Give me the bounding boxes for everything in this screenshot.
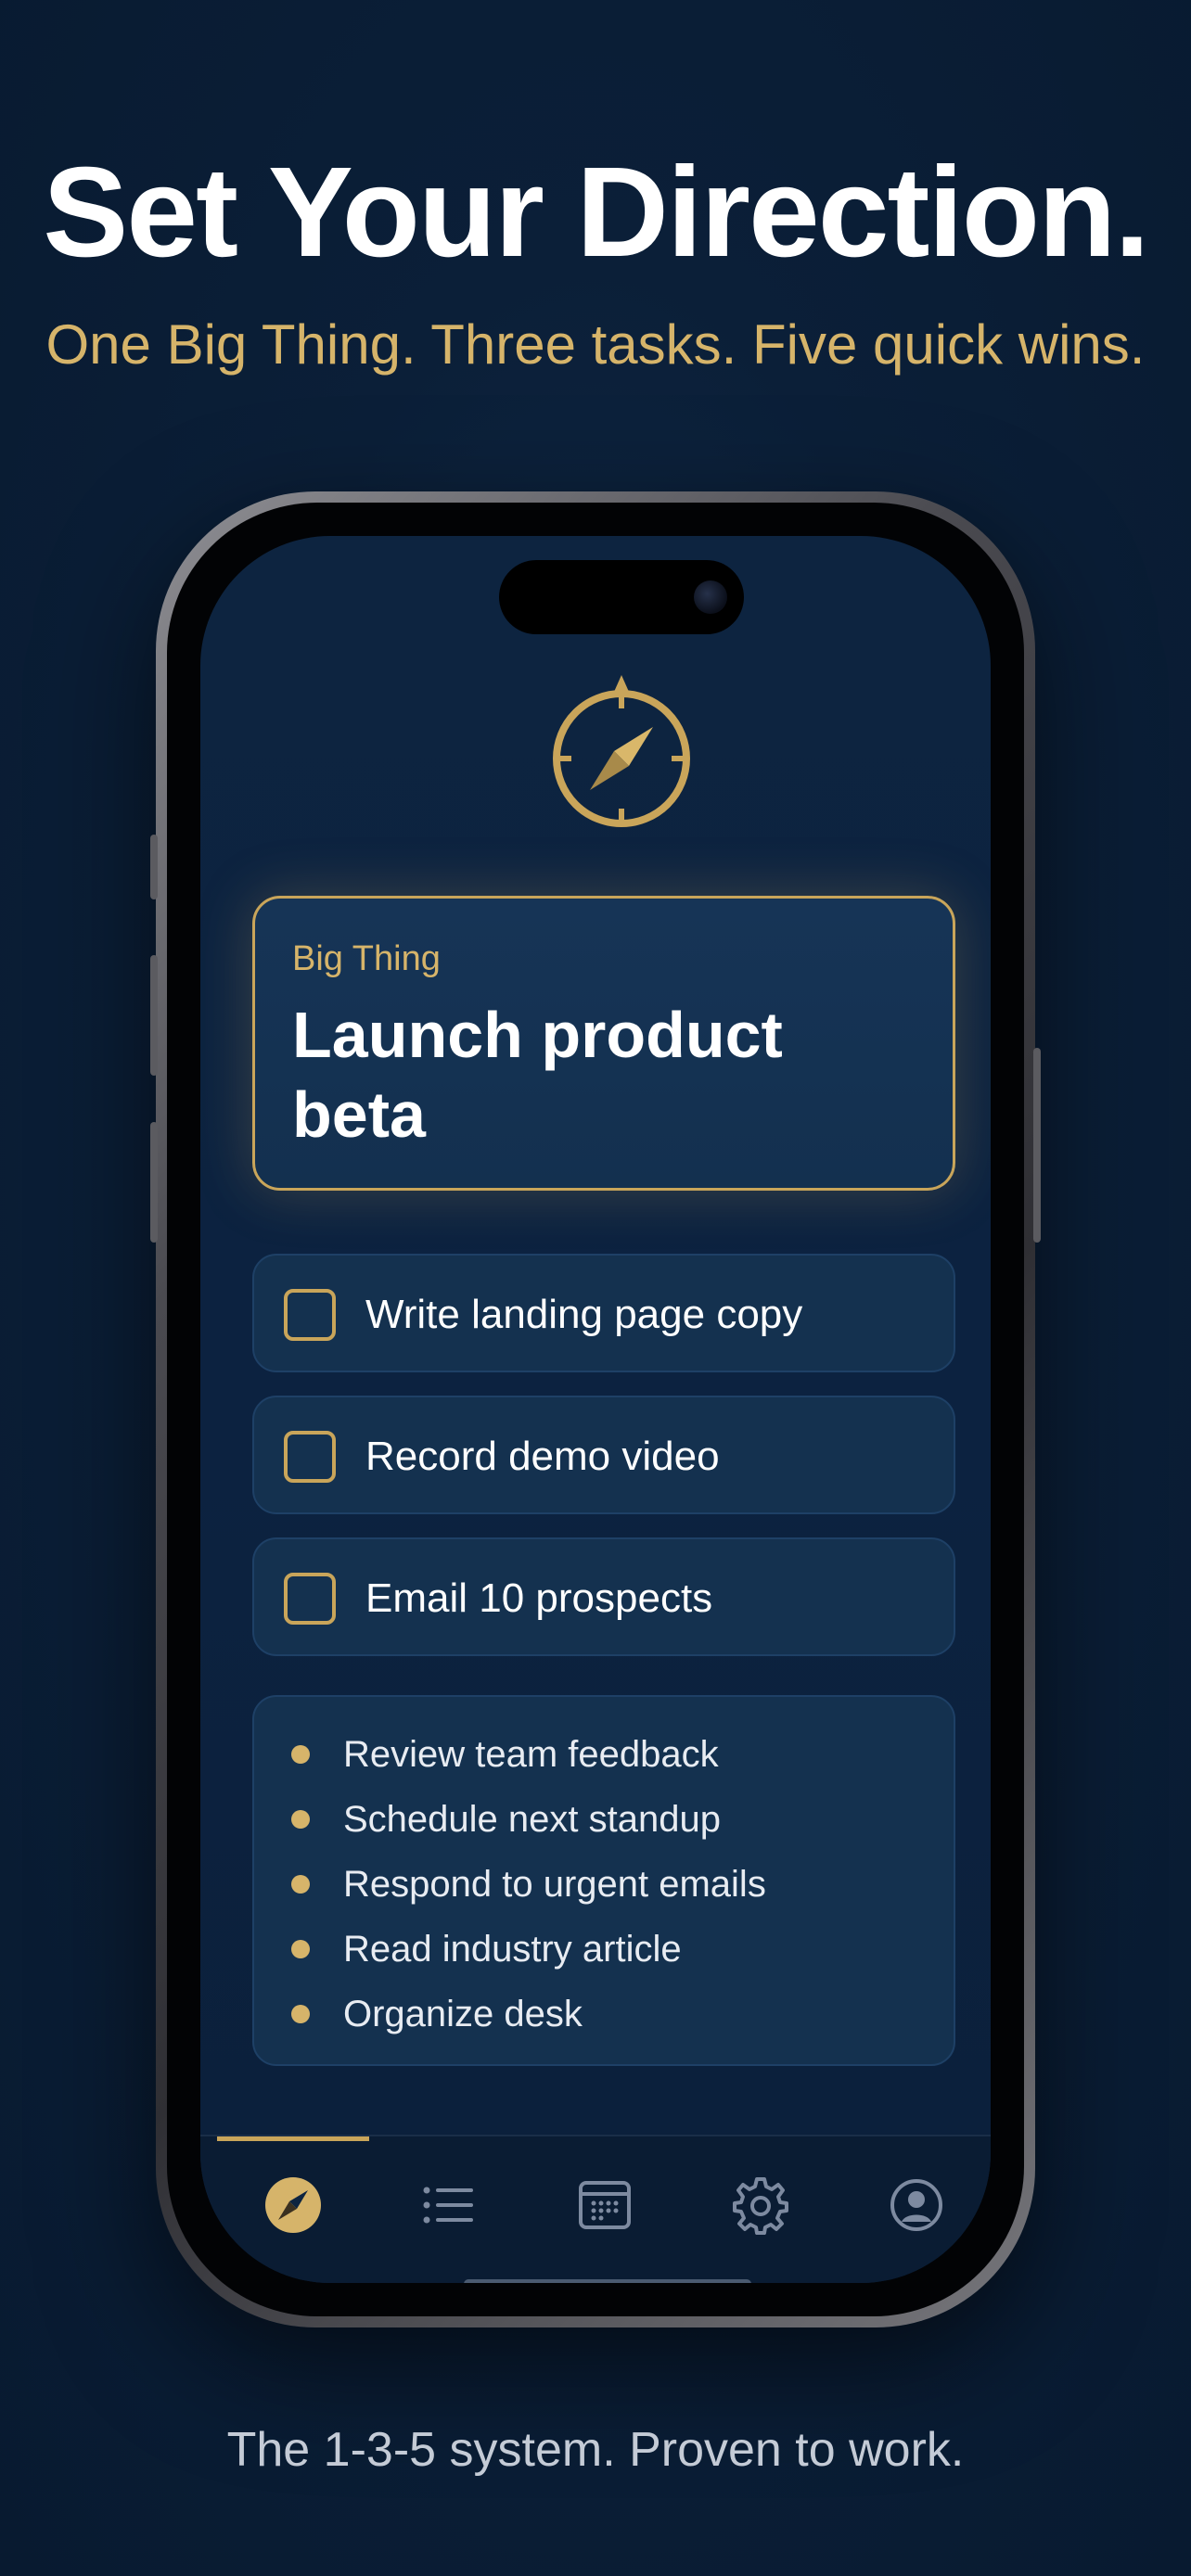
task-label: Write landing page copy	[365, 1292, 803, 1337]
power-button	[1033, 1048, 1041, 1243]
phone-bezel: Big Thing Launch product beta Write land…	[167, 503, 1024, 2316]
quick-win-label: Read industry article	[343, 1929, 682, 1970]
headline: Set Your Direction.	[43, 141, 1149, 284]
phone-mockup: Big Thing Launch product beta Write land…	[150, 491, 1041, 2327]
task-label: Email 10 prospects	[365, 1575, 713, 1621]
quick-win-label: Schedule next standup	[343, 1799, 721, 1840]
task-checkbox[interactable]	[284, 1573, 336, 1625]
compass-icon	[265, 2177, 321, 2233]
gear-icon	[733, 2177, 788, 2235]
task-checkbox[interactable]	[284, 1431, 336, 1483]
bullet-icon	[291, 1875, 310, 1894]
task-item-3[interactable]: Email 10 prospects	[252, 1537, 955, 1656]
tab-calendar[interactable]	[568, 2168, 642, 2242]
action-button	[150, 835, 158, 899]
big-thing-card[interactable]: Big Thing Launch product beta	[252, 896, 955, 1191]
quick-win-label: Review team feedback	[343, 1734, 719, 1775]
volume-down-button	[150, 1122, 158, 1243]
home-indicator[interactable]	[464, 2279, 751, 2283]
task-checkbox[interactable]	[284, 1289, 336, 1341]
dynamic-island	[499, 560, 744, 634]
tab-settings[interactable]	[724, 2168, 798, 2242]
tab-list[interactable]	[412, 2168, 486, 2242]
profile-icon	[890, 2179, 942, 2231]
quick-win-label: Organize desk	[343, 1994, 583, 2034]
task-label: Record demo video	[365, 1434, 720, 1479]
tagline: The 1-3-5 system. Proven to work.	[226, 2423, 965, 2477]
task-item-2[interactable]: Record demo video	[252, 1396, 955, 1514]
quick-win-label: Respond to urgent emails	[343, 1864, 766, 1905]
list-icon	[423, 2187, 473, 2224]
tab-bar	[200, 2135, 991, 2283]
bullet-icon	[291, 1810, 310, 1829]
tab-compass[interactable]	[256, 2168, 330, 2242]
quick-wins-card: Review team feedback Schedule next stand…	[252, 1695, 955, 2066]
bullet-icon	[291, 1745, 310, 1764]
app-screen: Big Thing Launch product beta Write land…	[200, 536, 991, 2283]
volume-up-button	[150, 955, 158, 1076]
compass-icon	[547, 666, 696, 833]
tab-profile[interactable]	[879, 2168, 954, 2242]
calendar-icon	[579, 2181, 631, 2229]
bullet-icon	[291, 1940, 310, 1958]
camera-icon	[694, 580, 727, 614]
big-thing-title: Launch product beta	[292, 999, 783, 1151]
subheadline: One Big Thing. Three tasks. Five quick w…	[45, 313, 1146, 376]
task-item-1[interactable]: Write landing page copy	[252, 1254, 955, 1372]
active-tab-indicator	[217, 2136, 369, 2141]
bullet-icon	[291, 2005, 310, 2023]
big-thing-label: Big Thing	[292, 939, 441, 978]
